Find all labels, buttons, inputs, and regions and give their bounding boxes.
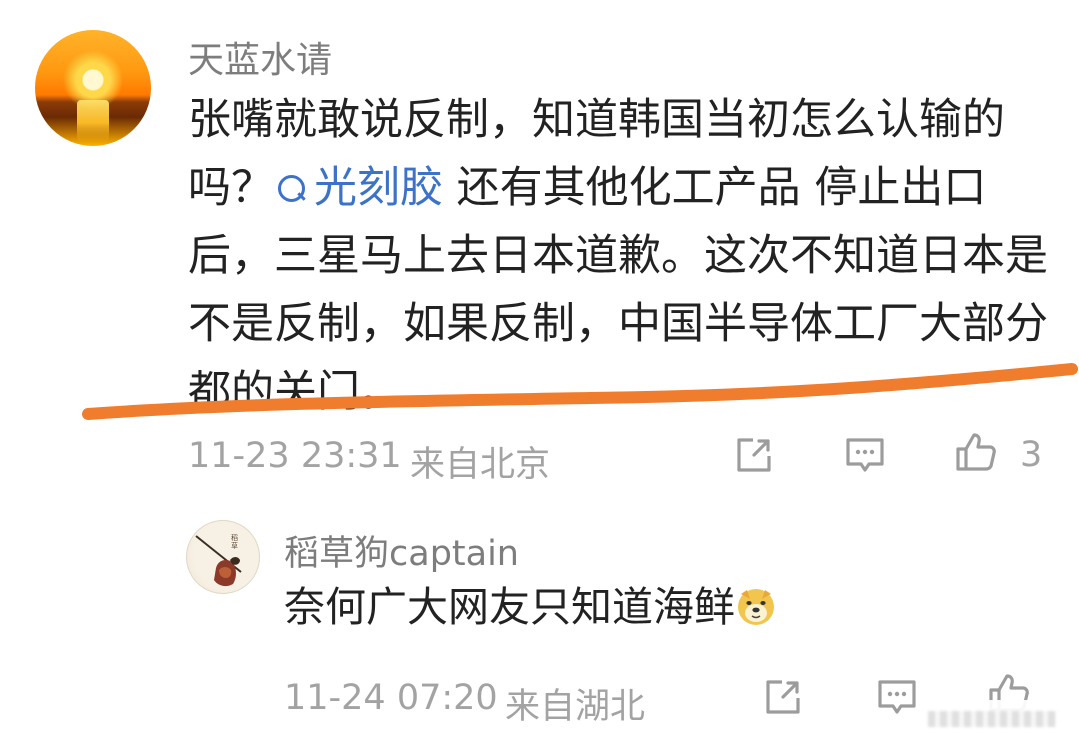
comment-location: 来自北京: [410, 445, 551, 485]
share-icon[interactable]: [762, 676, 804, 718]
reply-username[interactable]: 稻草狗captain: [284, 525, 519, 576]
topic-link[interactable]: 光刻胶: [274, 163, 443, 213]
avatar[interactable]: [35, 30, 151, 146]
thumb-up-icon[interactable]: [955, 431, 997, 473]
search-icon: [274, 170, 308, 204]
topic-label: 光刻胶: [314, 163, 443, 213]
doge-emoji-icon: [738, 589, 774, 625]
reply-text-body: 奈何广大网友只知道海鲜: [284, 583, 735, 631]
reply-location: 来自湖北: [505, 687, 646, 727]
watermark-blur: [928, 711, 1056, 727]
avatar-ink-painting: 稻 草: [195, 533, 242, 587]
reply-text: 奈何广大网友只知道海鲜: [284, 577, 777, 637]
comment-time: 11-23 23:31: [188, 436, 402, 476]
like-count: 3: [1020, 435, 1043, 475]
reply-time: 11-24 07:20: [284, 678, 498, 718]
comment-text: 张嘴就敢说反制，知道韩国当初怎么认输的吗？ 光刻胶 还有其他化工产品 停止出口后，…: [188, 86, 1050, 426]
svg-text:稻: 稻: [231, 533, 238, 542]
comment-icon[interactable]: [844, 434, 886, 476]
watermark: [918, 700, 1063, 738]
svg-text:草: 草: [231, 541, 238, 550]
avatar-sun-reflection: [77, 100, 109, 142]
share-icon[interactable]: [733, 434, 775, 476]
comment-icon[interactable]: [876, 676, 918, 718]
reply-avatar[interactable]: 稻 草: [186, 520, 260, 594]
comment-username[interactable]: 天蓝水请: [188, 31, 332, 83]
